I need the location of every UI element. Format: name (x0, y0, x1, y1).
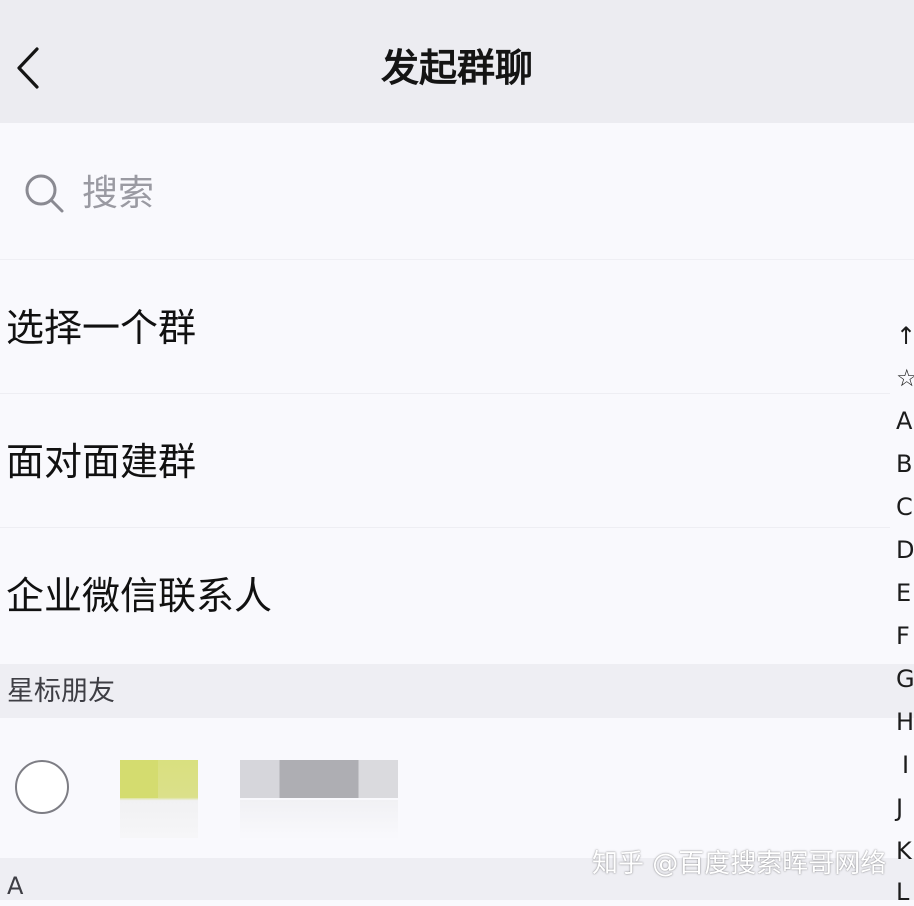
search-input[interactable] (82, 165, 862, 221)
index-letter-h[interactable]: H (896, 708, 914, 736)
avatar (120, 760, 198, 838)
select-group-label: 选择一个群 (6, 306, 197, 350)
face-to-face-group-label: 面对面建群 (6, 440, 197, 484)
chevron-left-icon (17, 47, 39, 89)
index-letter-d[interactable]: D (896, 536, 914, 564)
section-header-starred-label: 星标朋友 (7, 676, 115, 707)
search-icon (25, 174, 64, 213)
index-letter-i[interactable]: I (902, 751, 909, 779)
contact-row[interactable] (0, 718, 890, 858)
index-letter-e[interactable]: E (896, 579, 911, 607)
watermark: 知乎 @百度搜索晖哥网络 (592, 849, 887, 879)
page-title: 发起群聊 (380, 46, 533, 90)
face-to-face-group-item[interactable]: 面对面建群 (0, 394, 890, 528)
index-letter-j[interactable]: J (896, 794, 903, 822)
back-button[interactable] (8, 40, 48, 96)
index-letter-l[interactable]: L (896, 878, 909, 906)
contact-name (240, 760, 398, 798)
wecom-contacts-label: 企业微信联系人 (6, 574, 273, 618)
index-arrow-up[interactable]: ↑ (896, 322, 914, 350)
select-group-item[interactable]: 选择一个群 (0, 260, 890, 394)
section-header-a-label: A (7, 872, 24, 900)
search-bar[interactable] (0, 123, 914, 260)
index-letter-f[interactable]: F (896, 622, 910, 650)
alphabet-index-bar[interactable]: ↑ ☆ A B C D E F G H I J K L (894, 300, 914, 906)
wecom-contacts-item[interactable]: 企业微信联系人 (0, 528, 890, 664)
contact-name-reflection (240, 800, 398, 840)
section-header-starred: 星标朋友 (0, 664, 914, 718)
select-radio[interactable] (15, 760, 69, 814)
index-star[interactable]: ☆ (896, 364, 914, 392)
index-letter-a[interactable]: A (896, 407, 912, 435)
index-letter-k[interactable]: K (896, 837, 912, 865)
index-letter-b[interactable]: B (896, 450, 912, 478)
index-letter-c[interactable]: C (896, 493, 913, 521)
navigation-bar: 发起群聊 (0, 0, 914, 123)
index-letter-g[interactable]: G (896, 665, 914, 693)
